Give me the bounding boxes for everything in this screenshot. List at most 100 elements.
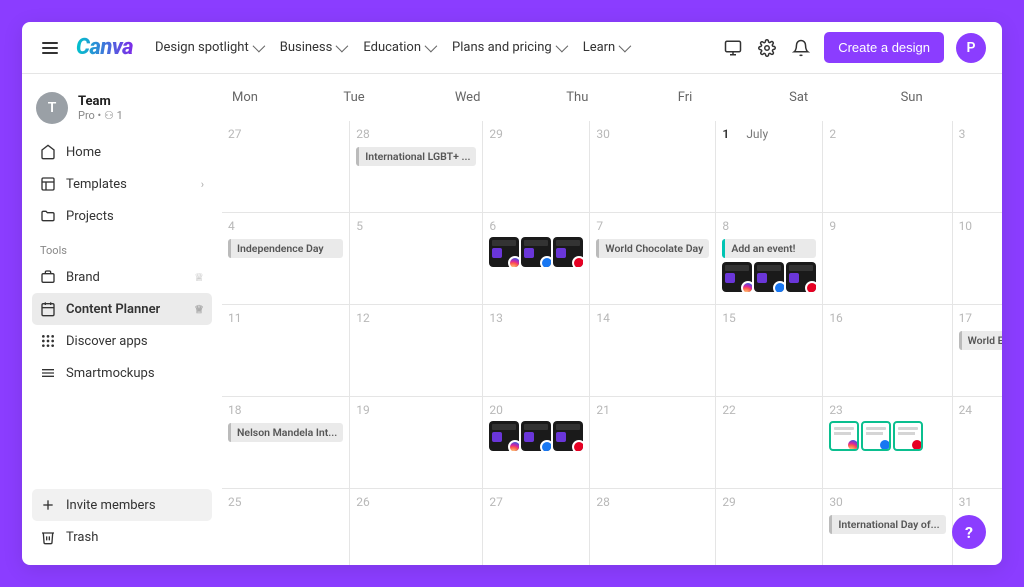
day-number: 25 (228, 495, 242, 509)
calendar-day[interactable]: 1July (716, 121, 823, 213)
hamburger-menu-icon[interactable] (38, 38, 62, 58)
event-pill[interactable]: World Emoji Day (959, 331, 1002, 350)
cal-head-thu: Thu (556, 74, 667, 121)
post-thumbnails[interactable] (722, 262, 816, 292)
post-thumbnail[interactable] (521, 421, 551, 451)
calendar-day[interactable]: 4Independence Day (222, 213, 350, 305)
calendar-day[interactable]: 23 (823, 397, 952, 489)
calendar-day[interactable]: 21 (590, 397, 716, 489)
sidebar-item-content-planner[interactable]: Content Planner ♕ (32, 293, 212, 325)
event-pill[interactable]: Nelson Mandela Int... (228, 423, 343, 442)
canva-logo[interactable]: Canva (76, 35, 133, 60)
post-thumbnail[interactable] (754, 262, 784, 292)
post-thumbnails[interactable] (489, 237, 583, 267)
ig-badge-icon (508, 440, 519, 451)
cal-head-fri: Fri (668, 74, 779, 121)
calendar-day[interactable]: 13 (483, 305, 590, 397)
post-thumbnail[interactable] (553, 237, 583, 267)
calendar-day[interactable]: 5 (350, 213, 483, 305)
calendar-day[interactable]: 30 International Day of... (823, 489, 952, 565)
calendar-day[interactable]: 7World Chocolate Day (590, 213, 716, 305)
nav-design-spotlight[interactable]: Design spotlight (155, 40, 262, 55)
cal-head-wed: Wed (445, 74, 556, 121)
event-pill[interactable]: International LGBT+ ... (356, 147, 476, 166)
sidebar-item-trash[interactable]: Trash (32, 521, 212, 553)
day-number: 17 (959, 311, 973, 325)
sidebar-item-smartmockups[interactable]: Smartmockups (32, 357, 212, 389)
pn-badge-icon (910, 438, 923, 451)
day-number: 30 (829, 495, 843, 509)
calendar-day[interactable]: 6 (483, 213, 590, 305)
calendar-day[interactable]: 29 (716, 489, 823, 565)
calendar-day[interactable]: 25 (222, 489, 350, 565)
nav-learn[interactable]: Learn (583, 40, 629, 55)
event-pill[interactable]: Add an event! (722, 239, 816, 258)
post-thumbnails[interactable] (489, 421, 583, 451)
post-thumbnail[interactable] (489, 421, 519, 451)
post-thumbnail[interactable] (786, 262, 816, 292)
sidebar-item-projects[interactable]: Projects (32, 200, 212, 232)
nav-business[interactable]: Business (280, 40, 346, 55)
calendar-day[interactable]: 8Add an event! (716, 213, 823, 305)
calendar-day[interactable]: 14 (590, 305, 716, 397)
sidebar-item-discover-apps[interactable]: Discover apps (32, 325, 212, 357)
calendar-day[interactable]: 22 (716, 397, 823, 489)
post-thumbnail[interactable] (861, 421, 891, 451)
post-thumbnail[interactable] (489, 237, 519, 267)
sidebar-item-templates[interactable]: Templates › (32, 168, 212, 200)
day-number: 1 (722, 127, 729, 141)
calendar-day[interactable]: 19 (350, 397, 483, 489)
bell-icon[interactable] (790, 37, 812, 59)
calendar-day[interactable]: 30 (590, 121, 716, 213)
calendar-day[interactable]: 28 (590, 489, 716, 565)
calendar-day[interactable]: 28International LGBT+ ... (350, 121, 483, 213)
event-pill[interactable]: Independence Day (228, 239, 343, 258)
calendar-day[interactable]: 11 (222, 305, 350, 397)
sidebar-item-label: Brand (66, 270, 100, 285)
calendar-day[interactable]: 3 (953, 121, 1002, 213)
calendar-day[interactable]: 10 (953, 213, 1002, 305)
calendar-day[interactable]: 18Nelson Mandela Int... (222, 397, 350, 489)
day-number: 29 (489, 127, 503, 141)
calendar-day[interactable]: 16 (823, 305, 952, 397)
help-fab[interactable]: ? (952, 515, 986, 549)
team-subtitle: Pro • ⚇ 1 (78, 109, 123, 122)
post-thumbnail[interactable] (829, 421, 859, 451)
user-avatar[interactable]: P (956, 33, 986, 63)
event-pill[interactable]: World Chocolate Day (596, 239, 709, 258)
event-pill[interactable]: International Day of... (829, 515, 945, 534)
cal-head-sat: Sat (779, 74, 890, 121)
post-thumbnail[interactable] (893, 421, 923, 451)
team-name: Team (78, 94, 123, 109)
nav-plans-pricing[interactable]: Plans and pricing (452, 40, 565, 55)
team-switcher[interactable]: T Team Pro • ⚇ 1 (32, 86, 212, 136)
calendar-day[interactable]: 27 (483, 489, 590, 565)
calendar-day[interactable]: 9 (823, 213, 952, 305)
calendar-day[interactable]: 15 (716, 305, 823, 397)
day-number: 14 (596, 311, 610, 325)
sidebar-item-home[interactable]: Home (32, 136, 212, 168)
invite-members-button[interactable]: Invite members (32, 489, 212, 521)
create-design-button[interactable]: Create a design (824, 32, 944, 63)
calendar-day[interactable]: 17 World Emoji Day (953, 305, 1002, 397)
sidebar-item-brand[interactable]: Brand ♕ (32, 261, 212, 293)
calendar-day[interactable]: 2 (823, 121, 952, 213)
calendar-day[interactable]: 26 (350, 489, 483, 565)
post-thumbnails[interactable] (829, 421, 945, 451)
calendar-day[interactable]: 12 (350, 305, 483, 397)
post-thumbnail[interactable] (553, 421, 583, 451)
calendar-day[interactable]: 20 (483, 397, 590, 489)
main-nav: Design spotlight Business Education Plan… (155, 40, 628, 55)
sidebar-item-label: Content Planner (66, 302, 160, 317)
post-thumbnail[interactable] (521, 237, 551, 267)
calendar-day[interactable]: 24 (953, 397, 1002, 489)
post-thumbnail[interactable] (722, 262, 752, 292)
day-number: 10 (959, 219, 973, 233)
nav-education[interactable]: Education (363, 40, 434, 55)
calendar-day[interactable]: 27 (222, 121, 350, 213)
desktop-icon[interactable] (722, 37, 744, 59)
day-number: 23 (829, 403, 843, 417)
calendar-day[interactable]: 29 (483, 121, 590, 213)
gear-icon[interactable] (756, 37, 778, 59)
day-number: 22 (722, 403, 736, 417)
